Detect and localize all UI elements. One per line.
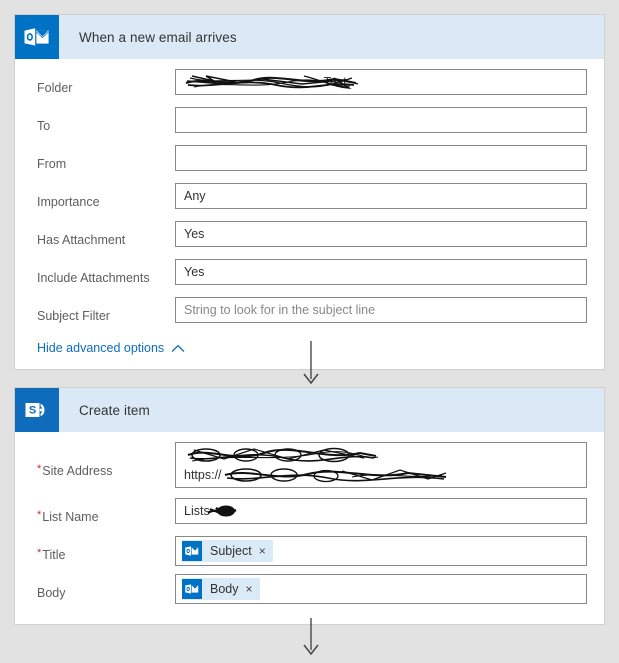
redaction-scribble [224,468,446,483]
field-label-list-name: *List Name [25,498,175,525]
field-row-include-attachments: Include Attachments Yes [25,259,590,297]
importance-input[interactable]: Any [175,183,587,209]
field-control-folder: Project Creation Request T [175,69,590,95]
trigger-card-title: When a new email arrives [79,29,237,45]
close-icon[interactable]: × [246,583,253,595]
outlook-icon [182,541,202,561]
required-asterisk: * [37,463,42,475]
has-attachment-value: Yes [184,227,205,241]
include-attachments-input[interactable]: Yes [175,259,587,285]
token-body-label: Body [210,582,239,596]
token-subject[interactable]: Subject × [182,540,273,562]
folder-redacted-value: Project Creation Request [184,72,359,92]
field-control-has-attachment: Yes [175,221,590,247]
field-label-has-attachment: Has Attachment [37,233,126,247]
close-icon[interactable]: × [259,545,266,557]
body-input[interactable]: Body × [175,574,587,604]
field-row-body: Body Body × [25,574,590,612]
site-address-input[interactable]: SharePoint Site Name Redacted [175,442,587,488]
field-label-include-attachments: Include Attachments [37,271,150,285]
token-subject-label: Subject [210,544,252,558]
field-label-from: From [37,157,67,171]
subject-filter-input[interactable]: String to look for in the subject line [175,297,587,323]
field-control-subject-filter: String to look for in the subject line [175,297,590,323]
folder-input[interactable]: Project Creation Request T [175,69,587,95]
field-control-list-name: Lists [175,498,590,524]
chevron-up-icon[interactable] [171,344,185,353]
field-label-importance: Importance [37,195,100,209]
has-attachment-input[interactable]: Yes [175,221,587,247]
folder-value: Test [323,75,347,89]
field-label-subject-filter: Subject Filter [37,309,110,323]
field-row-has-attachment: Has Attachment Yes [25,221,590,259]
field-row-subject-filter: Subject Filter String to look for in the… [25,297,590,335]
redaction-scribble [206,505,237,517]
trigger-card[interactable]: When a new email arrives Folder Project … [14,14,605,370]
action-card[interactable]: S Create item *Site Address SharePoint S… [14,387,605,625]
field-control-to [175,107,590,133]
site-address-redacted-line-1: SharePoint Site Name Redacted [184,445,578,465]
list-name-input[interactable]: Lists [175,498,587,524]
field-label-to: To [37,119,51,133]
field-control-importance: Any [175,183,590,209]
required-asterisk: * [37,547,42,559]
include-attachments-value: Yes [184,265,205,279]
trigger-card-header[interactable]: When a new email arrives [15,15,604,59]
redaction-scribble [187,447,379,463]
field-row-from: From [25,145,590,183]
action-card-title: Create item [79,402,150,418]
site-address-redacted-line-2: contoso.sharepoint.com/sites/redacted [222,465,446,485]
svg-text:S: S [29,405,36,417]
hide-advanced-options-link[interactable]: Hide advanced options [37,341,164,355]
required-asterisk: * [37,509,42,521]
site-address-label-text: Site Address [42,464,113,478]
title-label-text: Title [42,548,66,562]
token-body[interactable]: Body × [182,578,260,600]
trigger-card-body: Folder Project Creation Request [15,59,604,369]
flow-designer-canvas: When a new email arrives Folder Project … [0,0,619,656]
field-row-to: To [25,107,590,145]
site-address-line-2: https:// contoso.sharepoint.com/sites/re… [184,465,578,485]
field-label-site-address: *Site Address [25,442,175,479]
outlook-icon [182,579,202,599]
field-label-title: *Title [25,536,175,563]
field-row-list-name: *List Name Lists [25,498,590,536]
connector-trigger-to-action [296,341,326,387]
field-row-importance: Importance Any [25,183,590,221]
field-row-title: *Title Subject × [25,536,590,574]
list-name-redaction [206,502,246,520]
to-input[interactable] [175,107,587,133]
connector-action-to-next [296,618,326,658]
field-control-title: Subject × [175,536,590,566]
field-row-site-address: *Site Address SharePoint Site Name Redac… [25,442,590,498]
site-address-url-prefix: https:// [184,468,222,482]
field-row-folder: Folder Project Creation Request [25,69,590,107]
subject-filter-placeholder: String to look for in the subject line [184,303,376,317]
outlook-icon [15,15,59,59]
sharepoint-icon: S [15,388,59,432]
list-name-label-text: List Name [42,510,99,524]
importance-value: Any [184,189,206,203]
field-control-include-attachments: Yes [175,259,590,285]
field-control-site-address: SharePoint Site Name Redacted [175,442,590,488]
field-label-body: Body [37,586,66,600]
action-card-body: *Site Address SharePoint Site Name Redac… [15,432,604,624]
title-input[interactable]: Subject × [175,536,587,566]
field-label-folder: Folder [37,81,73,95]
field-control-from [175,145,590,171]
action-card-header[interactable]: S Create item [15,388,604,432]
from-input[interactable] [175,145,587,171]
field-control-body: Body × [175,574,590,604]
